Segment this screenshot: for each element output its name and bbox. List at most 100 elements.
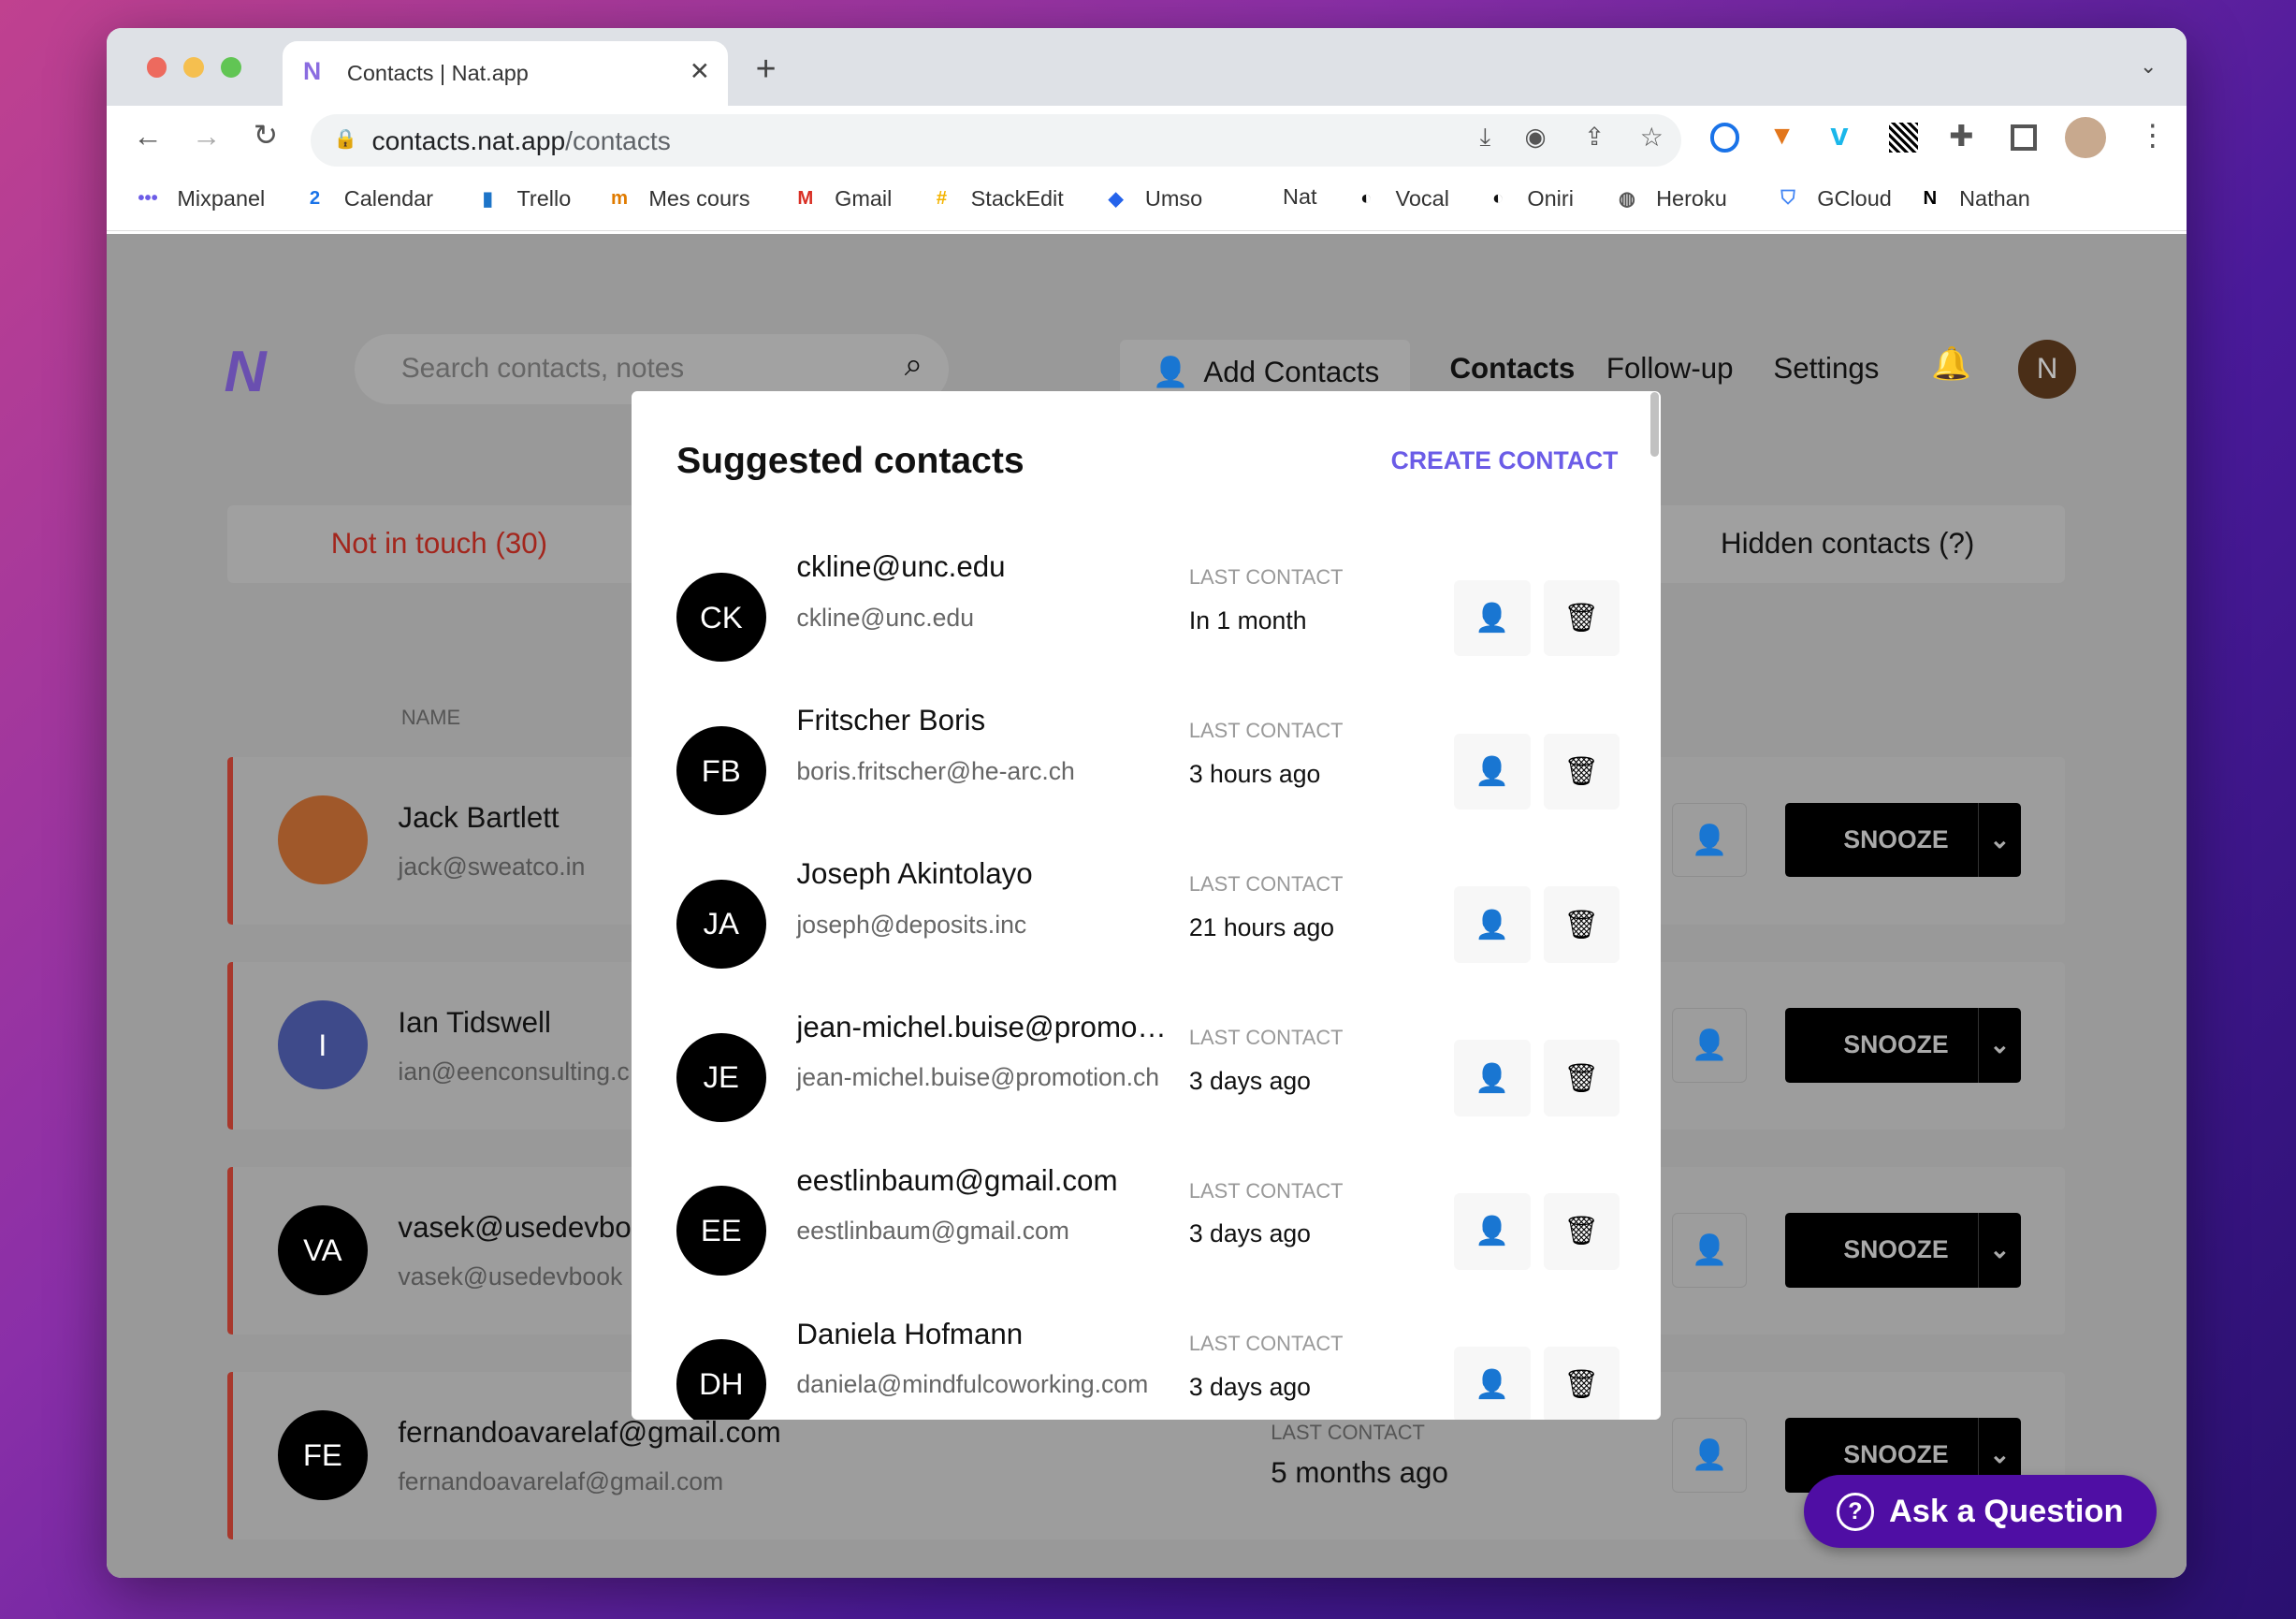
star-icon[interactable]: ☆ <box>1640 122 1664 153</box>
snooze-button[interactable]: SNOOZE ⌄ <box>1784 802 2021 878</box>
add-user-icon: 👤 <box>1475 1062 1510 1094</box>
add-contact-button[interactable]: 👤 <box>1454 886 1531 963</box>
user-avatar[interactable]: N <box>2017 340 2077 399</box>
add-contact-button[interactable]: 👤 <box>1454 733 1531 810</box>
bookmark-favicon-icon: ••• <box>138 188 158 210</box>
tab-hidden-contacts[interactable]: Hidden contacts (?) <box>1721 527 1974 561</box>
delete-suggestion-button[interactable]: 🗑 <box>1543 579 1620 657</box>
snooze-dropdown-chevron-icon[interactable]: ⌄ <box>1978 1212 2020 1288</box>
hide-contact-button[interactable]: 👤 <box>1672 1212 1747 1288</box>
suggested-contact-email: eestlinbaum@gmail.com <box>796 1217 1069 1246</box>
last-contact-label: LAST CONTACT <box>1188 1332 1344 1356</box>
bookmarks-bar: ••• Mixpanel 2 Calendar ▮ Trello m Mes cours M Gm… <box>107 171 2187 232</box>
bell-icon[interactable]: 🔔 <box>1931 345 1971 383</box>
maximize-window-button[interactable] <box>221 57 242 78</box>
tab-not-in-touch[interactable]: Not in touch (30) <box>331 527 547 561</box>
install-icon[interactable]: ⤓ <box>1480 123 1491 153</box>
ask-question-button[interactable]: ? Ask a Question <box>1804 1475 2158 1549</box>
vimeo-icon[interactable]: v <box>1830 117 1848 153</box>
add-contact-button[interactable]: 👤 <box>1454 1347 1531 1420</box>
delete-suggestion-button[interactable]: 🗑 <box>1543 1193 1620 1270</box>
modal-scrollbar[interactable] <box>1649 392 1660 458</box>
new-tab-icon[interactable]: + <box>756 49 777 89</box>
contact-name[interactable]: vasek@usedevbo <box>398 1211 631 1245</box>
contact-name[interactable]: Ian Tidswell <box>398 1006 551 1040</box>
browser-tab[interactable]: N Contacts | Nat.app ✕ <box>283 40 728 106</box>
snooze-button[interactable]: SNOOZE ⌄ <box>1784 1007 2021 1083</box>
contact-email: jack@sweatco.in <box>398 852 586 881</box>
bookmark-label: Nat <box>1283 184 1317 210</box>
address-bar[interactable]: 🔒 contacts.nat.app/contacts ⤓ ◉ ⇪ ☆ <box>310 114 1681 168</box>
contact-name[interactable]: Jack Bartlett <box>398 801 559 835</box>
snooze-dropdown-chevron-icon[interactable]: ⌄ <box>1978 802 2020 878</box>
bookmark-oniri[interactable]: ◐ Oniri <box>1483 184 1574 213</box>
hide-contact-button[interactable]: 👤 <box>1672 802 1747 878</box>
bookmark-trello[interactable]: ▮ Trello <box>473 184 572 213</box>
add-contact-button[interactable]: 👤 <box>1454 1193 1531 1270</box>
1password-icon[interactable] <box>1710 123 1740 153</box>
extension-icon[interactable] <box>1888 123 1919 153</box>
nat-logo[interactable]: N <box>224 343 266 401</box>
bookmark-heroku[interactable]: ◍ Heroku <box>1612 184 1727 213</box>
menu-icon[interactable]: ⋮ <box>2138 119 2167 153</box>
add-contact-button[interactable]: 👤 <box>1454 579 1531 657</box>
delete-suggestion-button[interactable]: 🗑 <box>1543 1347 1620 1420</box>
suggested-contact-email: jean-michel.buise@promotion.ch <box>796 1063 1160 1092</box>
share-icon[interactable]: ⇪ <box>1584 123 1605 152</box>
bookmark-label: Mes cours <box>648 186 750 211</box>
hide-contact-button[interactable]: 👤 <box>1672 1007 1747 1083</box>
bookmark-umso[interactable]: ◆ Umso <box>1101 184 1202 213</box>
close-window-button[interactable] <box>146 57 167 78</box>
bookmark-label: Mixpanel <box>177 186 266 211</box>
search-icon[interactable]: ⌕ <box>905 347 923 384</box>
snooze-dropdown-chevron-icon[interactable]: ⌄ <box>1978 1007 2020 1083</box>
bookmark-stackedit[interactable]: # StackEdit <box>927 184 1064 213</box>
add-user-icon: 👤 <box>1475 602 1510 634</box>
bookmark-mes-cours[interactable]: m Mes cours <box>604 184 750 213</box>
add-user-icon: 👤 <box>1475 755 1510 787</box>
tab-search-chevron-icon[interactable]: ⌄ <box>2140 54 2157 79</box>
url-path: /contacts <box>565 124 671 155</box>
bookmark-gmail[interactable]: M Gmail <box>791 184 892 213</box>
contact-email: ian@eenconsulting.c <box>398 1057 630 1086</box>
nav-follow-up[interactable]: Follow-up <box>1606 352 1734 386</box>
eye-icon[interactable]: ◉ <box>1525 123 1547 152</box>
metamask-icon[interactable]: ▼ <box>1769 120 1795 151</box>
close-tab-icon[interactable]: ✕ <box>690 57 710 86</box>
contact-name[interactable]: fernandoavarelaf@gmail.com <box>398 1416 780 1450</box>
add-contact-button[interactable]: 👤 <box>1454 1040 1531 1116</box>
contact-email: vasek@usedevbook <box>398 1262 623 1291</box>
snooze-label: SNOOZE <box>1843 1235 1949 1264</box>
suggested-contact-avatar: EE <box>676 1186 766 1276</box>
bookmark-mixpanel[interactable]: ••• Mixpanel <box>133 184 265 213</box>
bookmark-vocal[interactable]: ◐ Vocal <box>1352 184 1449 213</box>
bookmark-calendar[interactable]: 2 Calendar <box>300 184 433 213</box>
contact-avatar: FE <box>278 1410 368 1500</box>
nav-settings[interactable]: Settings <box>1773 352 1879 386</box>
delete-suggestion-button[interactable]: 🗑 <box>1543 886 1620 963</box>
suggested-contact-avatar: JE <box>676 1032 766 1122</box>
tab-title: Contacts | Nat.app <box>346 60 529 85</box>
suggested-contact-name: Daniela Hofmann <box>796 1317 1024 1350</box>
suggested-contact-email: boris.fritscher@he-arc.ch <box>796 756 1075 785</box>
suggested-contact-row: JE jean-michel.buise@promotion.ch jean-m… <box>676 1011 1620 1124</box>
puzzle-icon[interactable]: ✚ <box>1949 120 1973 153</box>
bookmark-gcloud[interactable]: ⛉ GCloud <box>1773 184 1892 213</box>
snooze-button[interactable]: SNOOZE ⌄ <box>1784 1212 2021 1288</box>
nav-contacts[interactable]: Contacts <box>1449 352 1575 386</box>
contact-email: fernandoavarelaf@gmail.com <box>398 1467 724 1496</box>
profile-avatar[interactable] <box>2064 117 2106 158</box>
forward-icon[interactable]: → <box>192 120 221 153</box>
reload-icon[interactable]: ↻ <box>254 119 278 153</box>
minimize-window-button[interactable] <box>182 57 204 78</box>
bookmark-nathan[interactable]: N Nathan <box>1915 184 2029 213</box>
bookmark-nat[interactable]: Nat <box>1283 184 1317 210</box>
back-icon[interactable]: ← <box>133 120 162 153</box>
hide-contact-button[interactable]: 👤 <box>1672 1418 1747 1493</box>
sidepanel-icon[interactable] <box>2010 124 2038 152</box>
delete-suggestion-button[interactable]: 🗑 <box>1543 1040 1620 1116</box>
trash-icon: 🗑 <box>1563 1369 1600 1401</box>
create-contact-button[interactable]: CREATE CONTACT <box>1391 446 1619 475</box>
delete-suggestion-button[interactable]: 🗑 <box>1543 733 1620 810</box>
bookmark-favicon-icon: 2 <box>309 188 321 210</box>
